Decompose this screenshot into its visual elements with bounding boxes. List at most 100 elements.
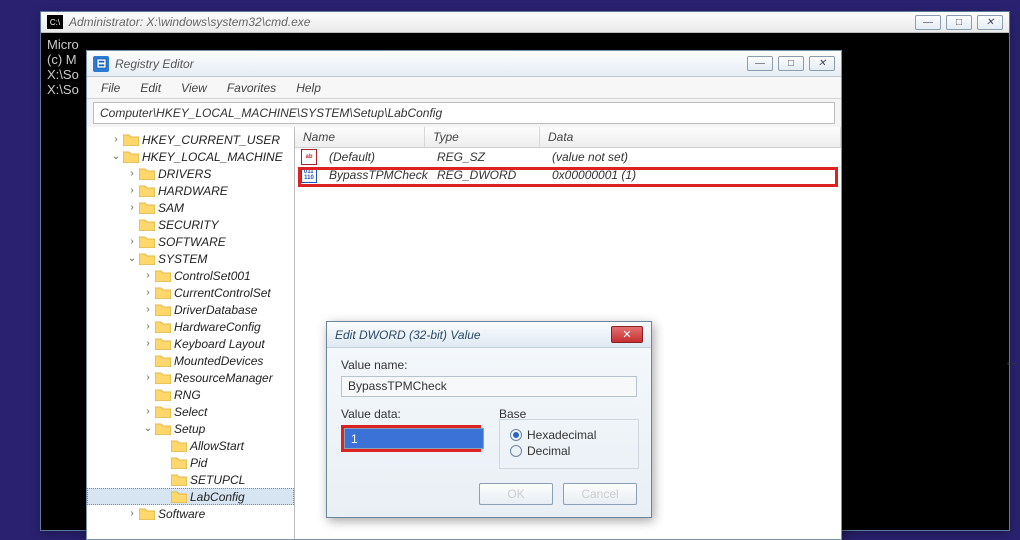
dlg-cancel-button[interactable]: Cancel	[563, 483, 637, 505]
folder-icon	[139, 167, 155, 180]
regedit-tree[interactable]: › HKEY_CURRENT_USER⌄HKEY_LOCAL_MACHINE›DR…	[87, 127, 295, 539]
tree-item-setupcl[interactable]: SETUPCL	[87, 471, 294, 488]
chevron-right-icon[interactable]: ›	[125, 184, 139, 198]
tree-item-security[interactable]: SECURITY	[87, 216, 294, 233]
tree-item-label: SOFTWARE	[158, 235, 226, 249]
tree-item-rng[interactable]: RNG	[87, 386, 294, 403]
chevron-down-icon[interactable]: ⌄	[109, 150, 123, 164]
dlg-close-button[interactable]: ✕	[611, 326, 643, 343]
list-row[interactable]: 011 110BypassTPMCheckREG_DWORD0x00000001…	[295, 166, 841, 184]
tree-item-drivers[interactable]: ›DRIVERS	[87, 165, 294, 182]
tree-item-system[interactable]: ⌄SYSTEM	[87, 250, 294, 267]
tree-item-software[interactable]: › SOFTWARE	[87, 233, 294, 250]
tree-item-resourcemanager[interactable]: ›ResourceManager	[87, 369, 294, 386]
tree-item-label: ControlSet001	[174, 269, 251, 283]
chevron-right-icon[interactable]: ›	[125, 235, 139, 249]
menu-view[interactable]: View	[171, 79, 217, 97]
cmd-min-button[interactable]: —	[915, 15, 941, 30]
tree-item-keyboard-layout[interactable]: ›Keyboard Layout	[87, 335, 294, 352]
regedit-close-button[interactable]: ✕	[809, 56, 835, 71]
value-data-input[interactable]	[344, 428, 484, 449]
col-name[interactable]: Name	[295, 127, 425, 147]
tree-item-currentcontrolset[interactable]: › CurrentControlSet	[87, 284, 294, 301]
tree-spacer	[157, 439, 171, 453]
folder-icon	[155, 371, 171, 384]
value-data-label: Value data:	[341, 407, 481, 421]
menu-edit[interactable]: Edit	[130, 79, 171, 97]
binary-value-icon: 011 110	[301, 167, 317, 183]
folder-icon	[123, 133, 139, 146]
radio-hex[interactable]: Hexadecimal	[510, 428, 628, 442]
regedit-min-button[interactable]: —	[747, 56, 773, 71]
folder-icon	[171, 456, 187, 469]
tree-item-mounteddevices[interactable]: MountedDevices	[87, 352, 294, 369]
dlg-title-text: Edit DWORD (32-bit) Value	[335, 328, 481, 342]
tree-item-label: HardwareConfig	[174, 320, 261, 334]
tree-item-label: HKEY_CURRENT_USER	[142, 133, 280, 147]
value-name-label: Value name:	[341, 358, 637, 372]
chevron-right-icon[interactable]: ›	[125, 507, 139, 521]
regedit-address-bar[interactable]: Computer\HKEY_LOCAL_MACHINE\SYSTEM\Setup…	[93, 102, 835, 124]
tree-item-hardwareconfig[interactable]: › HardwareConfig	[87, 318, 294, 335]
chevron-right-icon[interactable]: ›	[141, 405, 155, 419]
tree-item-hardware[interactable]: ›HARDWARE	[87, 182, 294, 199]
chevron-down-icon[interactable]: ⌄	[125, 252, 139, 266]
cmd-max-button[interactable]: □	[946, 15, 972, 30]
radio-dec-icon	[510, 445, 522, 457]
tree-item-driverdatabase[interactable]: › DriverDatabase	[87, 301, 294, 318]
cell-name: (Default)	[321, 150, 429, 164]
tree-spacer	[157, 456, 171, 470]
folder-icon	[139, 507, 155, 520]
chevron-right-icon[interactable]: ›	[141, 286, 155, 300]
folder-icon	[139, 218, 155, 231]
chevron-right-icon[interactable]: ›	[141, 320, 155, 334]
chevron-right-icon[interactable]: ›	[141, 371, 155, 385]
folder-icon	[171, 439, 187, 452]
tree-item-label: SAM	[158, 201, 184, 215]
tree-item-label: SETUPCL	[190, 473, 245, 487]
radio-dec[interactable]: Decimal	[510, 444, 628, 458]
tree-item-hkey_local_machine[interactable]: ⌄HKEY_LOCAL_MACHINE	[87, 148, 294, 165]
tree-item-select[interactable]: ›Select	[87, 403, 294, 420]
chevron-right-icon[interactable]: ›	[141, 269, 155, 283]
tree-item-sam[interactable]: › SAM	[87, 199, 294, 216]
menu-favorites[interactable]: Favorites	[217, 79, 286, 97]
value-data-highlight	[341, 425, 481, 452]
chevron-right-icon[interactable]: ›	[125, 201, 139, 215]
tree-item-label: MountedDevices	[174, 354, 263, 368]
dlg-ok-button[interactable]: OK	[479, 483, 553, 505]
list-row[interactable]: ab(Default)REG_SZ(value not set)	[295, 148, 841, 166]
chevron-right-icon[interactable]: ›	[125, 167, 139, 181]
menu-help[interactable]: Help	[286, 79, 331, 97]
tree-item-controlset001[interactable]: › ControlSet001	[87, 267, 294, 284]
tree-item-label: DriverDatabase	[174, 303, 257, 317]
cmd-titlebar[interactable]: C:\ Administrator: X:\windows\system32\c…	[41, 12, 1009, 33]
tree-item-hkey_current_user[interactable]: › HKEY_CURRENT_USER	[87, 131, 294, 148]
dlg-titlebar[interactable]: Edit DWORD (32-bit) Value ✕	[327, 322, 651, 348]
cmd-body[interactable]: Micro (c) M X:\So X:\So Registry Editor …	[41, 33, 1009, 530]
regedit-titlebar[interactable]: Registry Editor — □ ✕	[87, 51, 841, 77]
chevron-right-icon[interactable]: ›	[141, 303, 155, 317]
chevron-down-icon[interactable]: ⌄	[141, 422, 155, 436]
tree-item-pid[interactable]: Pid	[87, 454, 294, 471]
col-type[interactable]: Type	[425, 127, 540, 147]
menu-file[interactable]: File	[91, 79, 130, 97]
radio-hex-label: Hexadecimal	[527, 428, 596, 442]
regedit-max-button[interactable]: □	[778, 56, 804, 71]
folder-icon	[139, 184, 155, 197]
cmd-close-button[interactable]: ✕	[977, 15, 1003, 30]
tree-item-label: CurrentControlSet	[174, 286, 271, 300]
col-data[interactable]: Data	[540, 127, 841, 147]
tree-item-allowstart[interactable]: AllowStart	[87, 437, 294, 454]
tree-item-labconfig[interactable]: LabConfig	[87, 488, 294, 505]
chevron-right-icon[interactable]: ›	[141, 337, 155, 351]
folder-icon	[139, 252, 155, 265]
base-group: Hexadecimal Decimal	[499, 419, 639, 469]
tree-spacer	[141, 388, 155, 402]
cmd-title-text: Administrator: X:\windows\system32\cmd.e…	[69, 15, 310, 29]
tree-item-software[interactable]: ›Software	[87, 505, 294, 522]
tree-item-setup[interactable]: ⌄Setup	[87, 420, 294, 437]
edit-dword-dialog: Edit DWORD (32-bit) Value ✕ Value name: …	[326, 321, 652, 518]
tree-spacer	[157, 490, 171, 504]
chevron-right-icon[interactable]: ›	[109, 133, 123, 147]
